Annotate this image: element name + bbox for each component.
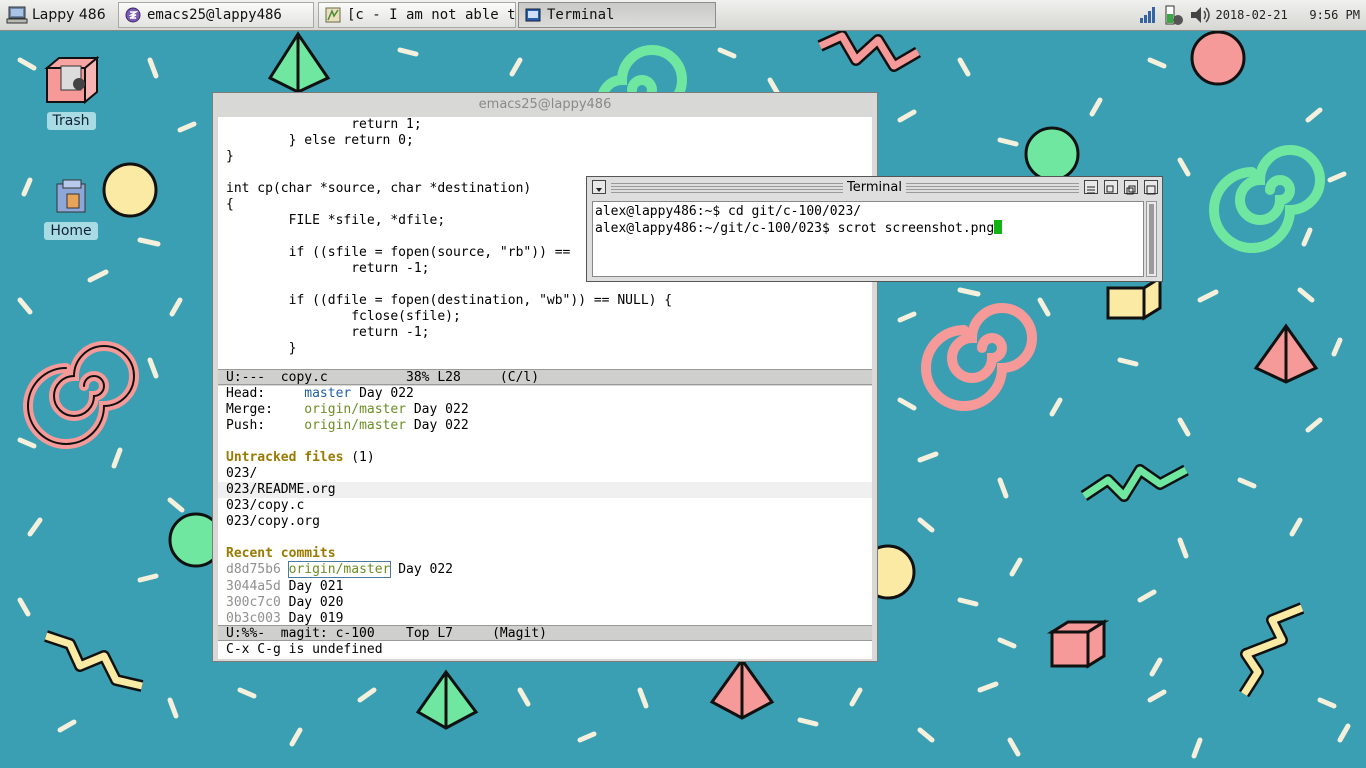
magit-buffer[interactable]: Head: master Day 022 Merge: origin/maste…: [218, 386, 872, 628]
task-browser[interactable]: [c - I am not able t…: [318, 2, 516, 28]
desktop-icon-trash[interactable]: Trash: [38, 54, 104, 130]
untracked-file[interactable]: 023/: [218, 466, 872, 482]
terminal-title: Terminal: [589, 179, 1160, 197]
task-emacs[interactable]: emacs25@lappy486: [118, 2, 314, 28]
emacs-titlebar[interactable]: emacs25@lappy486: [213, 93, 877, 117]
terminal-scrollbar[interactable]: [1146, 201, 1157, 277]
commit-row[interactable]: d8d75b6 origin/master Day 022: [218, 561, 872, 579]
maximize-button[interactable]: [1124, 180, 1138, 195]
shade-button[interactable]: [1084, 180, 1098, 194]
close-icon: [1146, 185, 1156, 195]
system-tray: [1138, 0, 1212, 30]
untracked-file-selected[interactable]: 023/README.org: [218, 482, 872, 498]
code-line: if ((dfile = fopen(destination, "wb")) =…: [226, 293, 673, 308]
emacs-icon: [125, 7, 141, 23]
terminal-line: alex@lappy486:~/git/c-100/023$ scrot scr…: [595, 220, 1143, 237]
trash-icon: [44, 55, 100, 105]
task-terminal-label: Terminal: [547, 7, 615, 23]
clock-date: 2018-02-21: [1215, 8, 1288, 22]
close-button[interactable]: [1144, 180, 1158, 195]
clock[interactable]: 2018-02-21 9:56 PM: [1215, 0, 1360, 30]
top-panel: Lappy 486 emacs25@lappy486 [c - I am not…: [0, 0, 1366, 31]
task-emacs-label: emacs25@lappy486: [147, 7, 282, 23]
maximize-icon: [1126, 185, 1136, 195]
code-line: }: [226, 149, 234, 164]
scrollbar-thumb[interactable]: [1149, 204, 1154, 274]
terminal-output[interactable]: alex@lappy486:~$ cd git/c-100/023/ alex@…: [592, 201, 1144, 277]
terminal-cursor: [994, 220, 1003, 234]
code-line: } else return 0;: [226, 133, 414, 148]
untracked-header[interactable]: Untracked files (1): [218, 450, 872, 466]
code-line: return -1;: [226, 325, 430, 340]
code-modeline: U:--- copy.c 38% L28 (C/l): [218, 369, 872, 385]
task-browser-label: [c - I am not able t…: [347, 7, 516, 23]
network-icon[interactable]: [1138, 5, 1158, 25]
code-line: }: [226, 341, 297, 356]
minimize-button[interactable]: [1104, 180, 1118, 194]
commit-row[interactable]: 300c7c0 Day 020: [218, 595, 872, 611]
shade-icon: [1087, 186, 1095, 194]
recent-commits-header[interactable]: Recent commits: [218, 546, 872, 562]
terminal-line: alex@lappy486:~$ cd git/c-100/023/: [595, 204, 862, 219]
magit-modeline: U:%%- magit: c-100 Top L7 (Magit): [218, 625, 872, 641]
home-label: Home: [44, 222, 98, 240]
terminal-window[interactable]: Terminal alex@lappy486:~$ cd git/c-100/0…: [586, 176, 1163, 282]
minimize-icon: [1106, 185, 1114, 193]
commit-row[interactable]: 3044a5d Day 021: [218, 579, 872, 595]
start-menu-button[interactable]: Lappy 486: [0, 2, 114, 28]
terminal-icon: [525, 8, 541, 22]
minibuffer[interactable]: C-x C-g is undefined: [218, 641, 872, 659]
task-terminal[interactable]: Terminal: [518, 2, 716, 28]
start-label: Lappy 486: [32, 7, 106, 23]
browser-icon: [325, 7, 341, 23]
untracked-file[interactable]: 023/copy.org: [218, 514, 872, 530]
computer-icon: [6, 6, 28, 24]
trash-label: Trash: [46, 112, 96, 130]
magit-merge-line[interactable]: Merge: origin/master Day 022: [218, 402, 872, 418]
untracked-file[interactable]: 023/copy.c: [218, 498, 872, 514]
battery-icon[interactable]: [1162, 4, 1186, 26]
volume-icon[interactable]: [1188, 4, 1212, 26]
home-folder-icon: [56, 179, 86, 213]
code-line: fclose(sfile);: [226, 309, 461, 324]
terminal-titlebar[interactable]: Terminal: [589, 179, 1160, 197]
code-line: return 1;: [226, 117, 422, 132]
desktop-icon-home[interactable]: Home: [38, 178, 104, 240]
magit-push-line[interactable]: Push: origin/master Day 022: [218, 418, 872, 434]
clock-time: 9:56 PM: [1309, 8, 1360, 22]
magit-head-line[interactable]: Head: master Day 022: [218, 386, 872, 402]
